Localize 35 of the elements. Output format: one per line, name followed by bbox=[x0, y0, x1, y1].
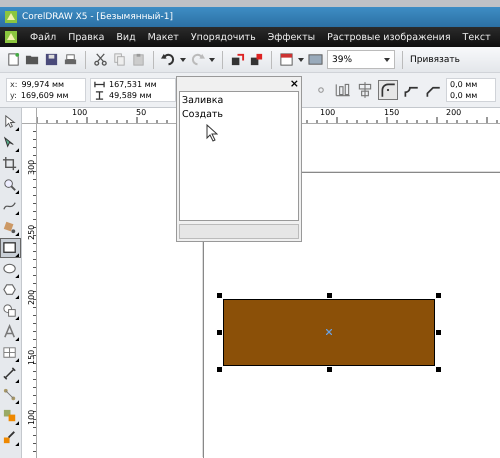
close-button[interactable]: × bbox=[290, 79, 299, 88]
corner-value: 0,0 мм bbox=[450, 91, 478, 100]
y-label: y: bbox=[10, 91, 17, 100]
width-value: 167,531 мм bbox=[109, 80, 157, 89]
menu-item[interactable]: Упорядочить bbox=[190, 32, 256, 42]
menu-item[interactable]: Вид bbox=[116, 32, 136, 42]
menu-item[interactable]: Текст bbox=[462, 32, 491, 42]
menu-item[interactable]: Правка bbox=[68, 32, 104, 42]
menu-item[interactable]: Растровые изображения bbox=[327, 32, 451, 42]
ruler-label: 100 bbox=[72, 108, 88, 117]
window-title: CorelDRAW X5 - [Безымянный-1] bbox=[22, 12, 173, 22]
snap-button[interactable]: Привязать bbox=[410, 54, 460, 64]
x-value: 99,974 мм bbox=[21, 80, 64, 89]
y-value: 169,609 мм bbox=[20, 91, 69, 100]
menu-item[interactable]: Заливка bbox=[182, 94, 296, 108]
ruler-label: 100 bbox=[27, 410, 36, 425]
ruler-label: 200 bbox=[27, 290, 36, 305]
ruler-label: 150 bbox=[384, 108, 400, 117]
ruler-label: 300 bbox=[27, 160, 36, 175]
menu-item[interactable]: Создать bbox=[182, 108, 296, 122]
menu-item[interactable]: Эффекты bbox=[268, 32, 316, 42]
corner-field[interactable]: 0,0 мм 0,0 мм bbox=[446, 78, 496, 102]
menu-item[interactable]: Файл bbox=[30, 32, 56, 42]
position-field[interactable]: x: 99,974 мм y: 169,609 мм bbox=[6, 78, 86, 102]
size-field[interactable]: 167,531 мм 49,589 мм bbox=[90, 78, 176, 102]
height-value: 49,589 мм bbox=[109, 91, 152, 100]
ruler-label: 250 bbox=[27, 224, 36, 240]
menu-item[interactable]: Макет bbox=[148, 32, 179, 42]
ruler-label: 150 bbox=[27, 350, 36, 365]
zoom-dropdown[interactable]: 39% bbox=[327, 50, 395, 69]
corner-value: 0,0 мм bbox=[450, 80, 478, 89]
ruler-label: 200 bbox=[446, 108, 462, 117]
x-label: x: bbox=[10, 80, 18, 89]
ruler-label: 100 bbox=[320, 108, 336, 117]
ruler-label: 50 bbox=[136, 108, 146, 117]
